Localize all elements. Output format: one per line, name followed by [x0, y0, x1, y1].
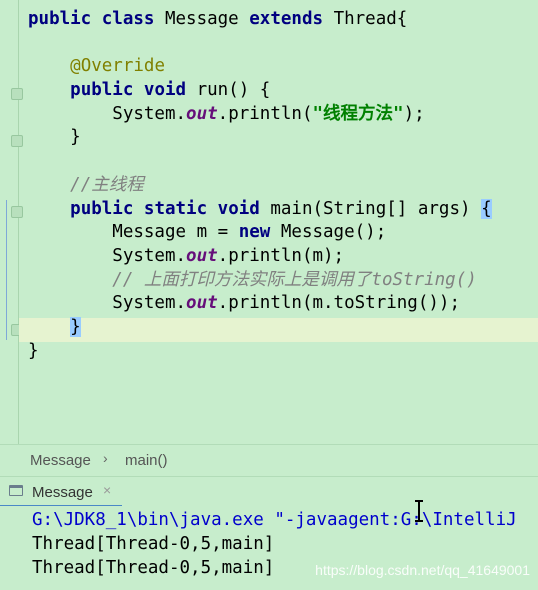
code-line: } [28, 316, 492, 340]
code-token: run() { [196, 80, 271, 101]
console-tab-icon [9, 485, 23, 496]
code-line: public void run() { [28, 79, 492, 103]
code-token: Thread{ [333, 9, 408, 29]
code-token: System. [28, 245, 187, 266]
console-line: Thread[Thread-0,5,main] [32, 534, 275, 554]
code-line: //主线程 [28, 174, 492, 198]
fold-marker-icon[interactable] [11, 206, 23, 218]
code-token: out [186, 245, 218, 266]
code-line: public class Message extends Thread{ [28, 8, 492, 32]
code-token: Message [164, 9, 250, 29]
fold-marker-icon[interactable] [11, 135, 23, 147]
code-token: extends [249, 9, 334, 29]
code-token: Message m = [28, 222, 239, 243]
code-token: out [186, 293, 218, 314]
console-line: G:\JDK8_1\bin\java.exe "-javaagent:G:\In… [32, 510, 517, 530]
code-editor[interactable]: public class Message extends Thread{ @Ov… [0, 0, 538, 444]
text-cursor-icon [415, 500, 423, 522]
run-tab-label: Message [32, 484, 93, 501]
code-line: public static void main(String[] args) { [28, 198, 492, 222]
code-token: .println(m); [217, 245, 345, 266]
code-token: out [186, 103, 218, 124]
code-token: System. [28, 103, 187, 124]
editor-gutter [0, 0, 19, 444]
code-token: main(String[] args) [270, 198, 482, 219]
code-line: System.out.println("线程方法"); [28, 103, 492, 127]
code-token: Message(); [280, 222, 387, 243]
code-token: public void [70, 80, 197, 101]
code-line: System.out.println(m.toString()); [28, 292, 492, 316]
code-token: // 上面打印方法实际上是调用了toString() [112, 269, 477, 290]
code-token: //主线程 [70, 174, 144, 195]
code-token: { [481, 198, 492, 219]
code-line: // 上面打印方法实际上是调用了toString() [28, 269, 492, 293]
fold-marker-icon[interactable] [11, 88, 23, 100]
run-tab-bar: Message × [0, 476, 538, 507]
code-line: } [28, 340, 492, 364]
code-line: System.out.println(m); [28, 245, 492, 269]
breadcrumb-method[interactable]: main() [125, 452, 168, 469]
code-text[interactable]: public class Message extends Thread{ @Ov… [28, 8, 492, 363]
code-token: } [28, 340, 39, 361]
breadcrumb: Message › main() [0, 444, 538, 477]
close-icon[interactable]: × [103, 482, 111, 498]
breadcrumb-class[interactable]: Message [30, 452, 91, 469]
code-token: public class [28, 9, 165, 29]
breadcrumb-separator: › [103, 450, 108, 466]
code-token: .println( [217, 103, 313, 124]
code-token: .println(m.toString()); [217, 293, 460, 314]
code-token: System. [28, 293, 187, 314]
watermark: https://blog.csdn.net/qq_41649001 [315, 562, 530, 578]
code-token: ); [403, 103, 425, 124]
code-line: @Override [28, 55, 492, 79]
code-token: public static void [70, 198, 271, 219]
code-token: @Override [70, 56, 165, 77]
code-line: } [28, 126, 492, 150]
change-marker [6, 200, 7, 340]
code-line: Message m = new Message(); [28, 221, 492, 245]
code-token: "线程方法" [312, 103, 404, 124]
code-token: new [238, 222, 281, 243]
code-token: } [70, 316, 81, 337]
code-token: } [28, 127, 81, 148]
